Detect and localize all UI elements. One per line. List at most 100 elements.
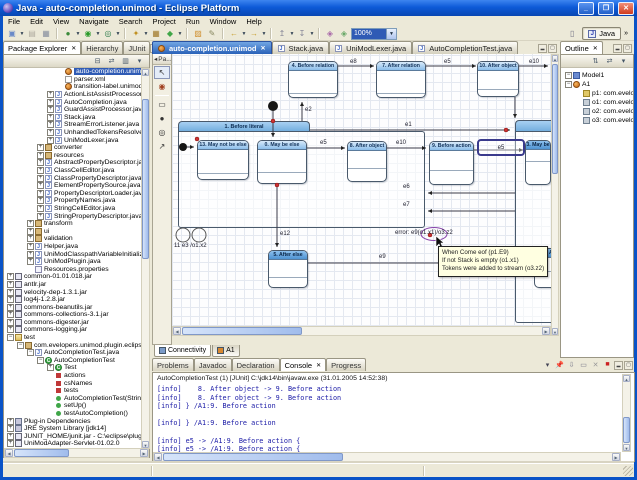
collapse-icon[interactable]: − [565,81,572,88]
minimize-view-button[interactable]: ▂ [614,361,623,370]
scroll-left-arrow[interactable]: ◀ [173,327,181,335]
tree-item[interactable]: testAutoCompletion() [5,410,141,418]
select-tool[interactable]: ↖ [154,66,170,79]
scroll-right-arrow[interactable]: ▶ [140,449,148,457]
console-hscroll-thumb[interactable] [163,453,343,461]
transition-label-e6[interactable]: e6 [403,184,410,190]
zoom-dropdown[interactable]: ▼ [386,29,396,39]
maximize-view-button[interactable]: ▢ [624,361,633,370]
canvas-vscrollbar[interactable]: ▲ ▼ [551,54,559,336]
transition-label-e5[interactable]: e5 [320,140,327,146]
expand-icon[interactable]: + [7,296,14,303]
editor-tab-auto-completion-unimod[interactable]: auto-completion.unimod✕ [152,41,272,54]
tree-item[interactable]: +JRE System Library [jdk14] [5,425,141,433]
scroll-left-arrow[interactable]: ◀ [154,453,162,461]
editor-tab-stack-java[interactable]: JStack.java [272,41,330,54]
terminate-button[interactable]: ■ [602,361,613,370]
minimize-view-button[interactable]: ▂ [613,44,622,53]
perspective-overflow-chevron[interactable]: » [624,30,628,37]
sort-icon[interactable]: ⇅ [590,57,601,65]
collapse-icon[interactable]: − [7,334,14,341]
tree-item[interactable]: +commons-logging.jar [5,326,141,334]
tree-item[interactable]: +JClassCellEditor.java [5,167,141,175]
debug-button[interactable]: ● [61,28,75,40]
tree-item[interactable]: o1: com.evelopers. [563,98,633,107]
tree-item[interactable]: +transform [5,220,141,228]
transition-label-e8[interactable]: e8 [350,59,357,65]
close-tab-icon[interactable]: ✕ [316,362,321,369]
last-edit-button[interactable]: ◈ [323,28,337,40]
next-annotation-button-dropdown[interactable]: ▼ [309,31,315,37]
tree-item[interactable]: −com.evelopers.unimod.plugin.eclipse.pro [5,341,141,349]
tree-item[interactable]: +ui [5,227,141,235]
tree-item[interactable]: +JUNIT_HOME/junit.jar - C:\eclipse\plugi… [5,433,141,441]
tree-item[interactable]: +JPropertyNames.java [5,197,141,205]
tree-item[interactable]: +JElementPropertySource.java [5,182,141,190]
minimize-view-button[interactable]: ▂ [538,44,547,53]
expand-icon[interactable]: + [37,182,44,189]
tree-item[interactable]: +common-01.01.018.jar [5,273,141,281]
clear-console-button[interactable]: ▭ [578,361,589,370]
view-menu-icon[interactable]: ▾ [134,57,145,65]
tree-item[interactable]: +JUniModLexer.java [5,136,141,144]
open-console-dropdown[interactable]: ▾ [542,361,553,370]
menu-run[interactable]: Run [181,16,205,27]
tree-item[interactable]: o2: com.evelopers. [563,107,633,116]
close-tab-icon[interactable]: ✕ [261,45,266,52]
scroll-down-arrow[interactable]: ▼ [623,444,630,451]
filters-icon[interactable]: ▥ [120,57,131,65]
perspective-java-button[interactable]: JJava [582,27,621,40]
tree-item[interactable]: −test [5,334,141,342]
scroll-down-arrow[interactable]: ▼ [552,328,558,335]
scroll-up-arrow[interactable]: ▲ [623,375,630,382]
menu-file[interactable]: File [3,16,25,27]
tree-item[interactable]: actions [5,372,141,380]
tree-item[interactable]: +converter [5,144,141,152]
save-button[interactable]: ▤ [25,28,39,40]
tree-item[interactable]: +Plug-in Dependencies [5,417,141,425]
editor-tab-unimodlexer-java[interactable]: JUniModLexer.java [329,41,412,54]
expand-icon[interactable]: + [37,144,44,151]
tree-item[interactable]: parser.xml [5,76,141,84]
tree-item[interactable]: +commons-beanutils.jar [5,303,141,311]
print-button[interactable]: ▦ [39,28,53,40]
expand-icon[interactable]: + [37,152,44,159]
scroll-left-arrow[interactable]: ◀ [5,449,13,457]
expand-icon[interactable]: + [27,228,34,235]
view-tab-problems[interactable]: Problems [152,358,194,371]
vscroll-thumb[interactable] [142,99,149,259]
view-tab-javadoc[interactable]: Javadoc [194,358,232,371]
workspace-button[interactable]: ◈ [337,28,351,40]
console-hscrollbar[interactable]: ◀ ▶ [153,452,621,462]
collapse-icon[interactable]: − [37,357,44,364]
expand-icon[interactable]: + [37,159,44,166]
close-tab-icon[interactable]: ✕ [593,45,598,52]
hscroll-thumb[interactable] [14,449,69,457]
expand-icon[interactable]: + [27,243,34,250]
tree-item[interactable]: transition-label.unimod [5,83,141,91]
canvas-hscrollbar[interactable]: ◀ ▶ [172,326,551,336]
next-annotation-button[interactable]: ↧ [295,28,309,40]
expand-icon[interactable]: + [47,121,54,128]
back-button[interactable]: ← [227,28,241,40]
expand-icon[interactable]: + [37,213,44,220]
expand-icon[interactable]: + [7,440,14,447]
zoom-combo[interactable]: 100%▼ [351,28,397,40]
run-button[interactable]: ◉ [81,28,95,40]
expand-icon[interactable]: + [37,205,44,212]
tree-item[interactable]: +validation [5,235,141,243]
link-icon[interactable]: ⇄ [604,57,615,65]
tree-item[interactable]: setUp() [5,402,141,410]
menu-help[interactable]: Help [241,16,266,27]
menu-project[interactable]: Project [148,16,181,27]
scroll-right-arrow[interactable]: ▶ [542,327,550,335]
tree-item[interactable]: +JHelper.java [5,243,141,251]
expand-icon[interactable]: + [7,304,14,311]
open-perspective-button[interactable]: ▯ [565,28,579,40]
canvas-hscroll-thumb[interactable] [182,327,302,335]
scroll-up-arrow[interactable]: ▲ [142,69,149,76]
view-tab-console[interactable]: Console✕ [280,358,327,371]
forward-button-dropdown[interactable]: ▼ [261,31,267,37]
palette-collapse-icon[interactable]: ◂ [154,55,157,63]
external-tools-button-dropdown[interactable]: ▼ [115,31,121,37]
